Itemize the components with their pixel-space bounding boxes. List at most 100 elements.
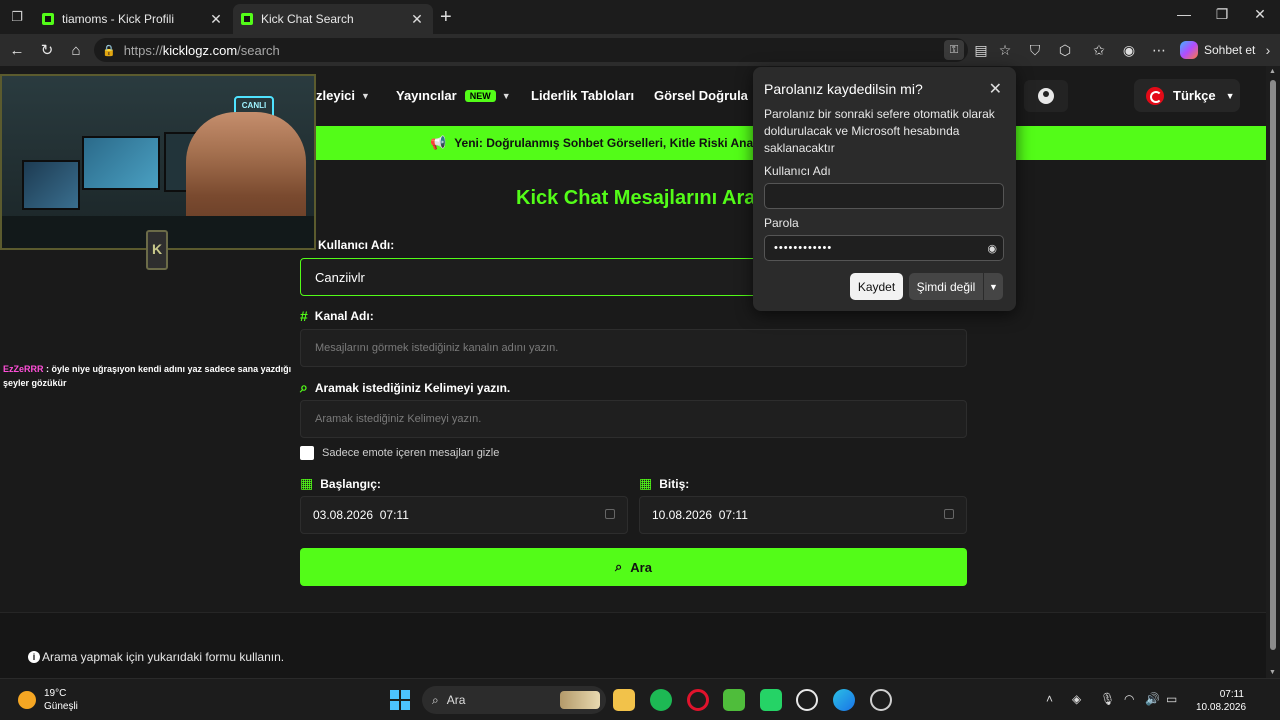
battery-icon[interactable]: ▭: [1166, 692, 1177, 706]
emote-filter-checkbox[interactable]: [300, 446, 314, 460]
chevron-down-icon: ▼: [501, 90, 511, 101]
language-selector[interactable]: Türkçe ▼: [1134, 79, 1240, 112]
page-scrollbar[interactable]: ▲ ▼: [1266, 66, 1280, 678]
copilot-icon: [1180, 41, 1198, 59]
url-scheme: https://: [123, 42, 163, 58]
emote-filter-row[interactable]: Sadece emote içeren mesajları gizle: [300, 446, 499, 460]
more-menu-icon[interactable]: ⋯: [1150, 42, 1168, 59]
channel-label: # Kanal Adı:: [300, 308, 374, 324]
kick-favicon-icon: [241, 13, 253, 25]
keyword-label: ⌕ Aramak istediğiniz Kelimeyi yazın.: [300, 379, 510, 396]
tray-app-icon[interactable]: ◈: [1072, 692, 1081, 706]
chevron-down-icon[interactable]: ▼: [983, 273, 1003, 300]
microphone-icon[interactable]: 🎙: [1100, 692, 1115, 706]
scrollbar-thumb[interactable]: [1270, 80, 1276, 650]
restore-icon[interactable]: ❐: [1207, 6, 1237, 23]
password-key-icon[interactable]: ⚿: [944, 40, 964, 60]
refresh-icon[interactable]: ↻: [36, 39, 58, 61]
nav-item-streamers[interactable]: Yayıncılar NEW ▼: [396, 88, 511, 103]
nav-item-label: Görsel Doğrula: [654, 88, 748, 103]
not-now-button[interactable]: Şimdi değil: [909, 273, 983, 300]
chatgpt-icon[interactable]: [796, 689, 818, 711]
stream-chat-message: EzZeRRR : öyle niye uğraşıyon kendi adın…: [3, 362, 301, 390]
dialog-title: Parolanız kaydedilsin mi?: [764, 81, 923, 97]
sun-icon: [18, 691, 36, 709]
banner-text: Yeni: Doğrulanmış Sohbet Görselleri, Kit…: [454, 136, 770, 150]
sidebar-toggle-icon[interactable]: ›: [1259, 42, 1277, 58]
opera-icon[interactable]: [687, 689, 709, 711]
taskbar-search-label: Ara: [446, 693, 466, 707]
copilot-chat-button[interactable]: Sohbet et: [1180, 41, 1255, 59]
tray-overflow-icon[interactable]: ˄: [1046, 692, 1053, 706]
start-date-label: ▦ Başlangıç:: [300, 475, 381, 492]
search-highlight-image: [560, 691, 600, 709]
calendar-icon: ▦: [639, 475, 653, 491]
webcam-overlay: CANLI YAYIN: [0, 74, 316, 250]
favorites-icon[interactable]: ✩: [1090, 42, 1108, 59]
close-icon[interactable]: ✕: [989, 79, 1002, 99]
search-button[interactable]: ⌕ Ara: [300, 548, 967, 586]
volume-icon[interactable]: 🔊: [1145, 692, 1160, 706]
url-field[interactable]: 🔒 https:// kicklogz.com /search ⚿: [94, 38, 968, 62]
search-button-label: Ara: [630, 559, 652, 575]
info-icon: i: [28, 651, 40, 663]
start-date-input[interactable]: 03.08.2026 07:11: [300, 496, 628, 534]
tab-kick-profile[interactable]: tiamoms - Kick Profili ✕: [34, 4, 232, 34]
username-value: Canziivlr: [315, 269, 365, 285]
results-info-panel: [0, 612, 1266, 678]
tab-actions-icon[interactable]: ❐: [6, 7, 28, 27]
keyword-input[interactable]: Aramak istediğiniz Kelimeyi yazın.: [300, 400, 967, 438]
weather-condition: Güneşli: [44, 701, 78, 712]
start-date-label-text: Başlangıç:: [320, 476, 381, 491]
calendar-picker-icon[interactable]: [944, 509, 954, 519]
nav-item-leaderboards[interactable]: Liderlik Tabloları: [531, 88, 634, 103]
nav-item-viewers[interactable]: zleyici ▼: [316, 88, 370, 103]
window-close-icon[interactable]: ✕: [1245, 6, 1275, 23]
clock-time: 07:11: [1219, 689, 1244, 700]
save-button[interactable]: Kaydet: [850, 273, 903, 300]
close-icon[interactable]: ✕: [409, 11, 425, 28]
profile-avatar-icon[interactable]: ◉: [1120, 42, 1138, 59]
extensions-icon[interactable]: ⬡: [1056, 42, 1074, 59]
show-password-eye-icon[interactable]: ◉: [987, 242, 997, 255]
file-explorer-icon[interactable]: [613, 689, 635, 711]
reader-view-icon[interactable]: ▤: [972, 42, 990, 59]
save-password-dialog: Parolanız kaydedilsin mi? ✕ Parolanız bi…: [753, 67, 1016, 311]
favorite-star-icon[interactable]: ☆: [996, 42, 1014, 59]
new-badge: NEW: [464, 89, 496, 102]
windows-start-icon[interactable]: [390, 690, 410, 710]
app-icon[interactable]: [870, 689, 892, 711]
channel-label-text: Kanal Adı:: [314, 309, 374, 323]
nav-item-label: Yayıncılar: [396, 88, 457, 103]
calendar-picker-icon[interactable]: [605, 509, 615, 519]
end-date-input[interactable]: 10.08.2026 07:11: [639, 496, 967, 534]
new-tab-button[interactable]: +: [440, 7, 452, 27]
user-account-button[interactable]: [1024, 80, 1068, 112]
tab-label: tiamoms - Kick Profili: [62, 12, 175, 26]
xbox-icon[interactable]: [723, 689, 745, 711]
scroll-up-icon[interactable]: ▲: [1269, 68, 1276, 75]
channel-input[interactable]: Mesajlarını görmek istediğiniz kanalın a…: [300, 329, 967, 367]
weather-widget[interactable]: 19°C Güneşli: [18, 687, 78, 713]
back-icon[interactable]: ←: [6, 39, 28, 61]
scroll-down-icon[interactable]: ▼: [1269, 669, 1276, 676]
user-icon: [1038, 88, 1054, 104]
dialog-password-input[interactable]: •••••••••••• ◉: [764, 235, 1004, 261]
taskbar-search[interactable]: ⌕ Ara: [422, 686, 606, 714]
extension-shield-icon[interactable]: ⛉: [1026, 42, 1044, 59]
home-icon[interactable]: ⌂: [65, 39, 87, 61]
system-clock[interactable]: 07:11 10.08.2026: [1196, 688, 1246, 714]
spotify-icon[interactable]: [650, 689, 672, 711]
windows-taskbar: 19°C Güneşli ⌕ Ara ˄ ◈ 🎙 ◠ 🔊 ▭ 07:11 10.…: [0, 678, 1280, 720]
whatsapp-icon[interactable]: [760, 689, 782, 711]
nav-item-verify-image[interactable]: Görsel Doğrula: [654, 88, 748, 103]
wifi-icon[interactable]: ◠: [1124, 692, 1134, 706]
minimize-icon[interactable]: —: [1169, 6, 1199, 22]
close-icon[interactable]: ✕: [208, 11, 224, 28]
dialog-username-input[interactable]: [764, 183, 1004, 209]
edge-icon[interactable]: [833, 689, 855, 711]
tab-kick-chat-search[interactable]: Kick Chat Search ✕: [233, 4, 433, 34]
dialog-password-label: Parola: [764, 216, 799, 230]
end-date-label: ▦ Bitiş:: [639, 475, 689, 492]
nav-item-label: Liderlik Tabloları: [531, 88, 635, 103]
